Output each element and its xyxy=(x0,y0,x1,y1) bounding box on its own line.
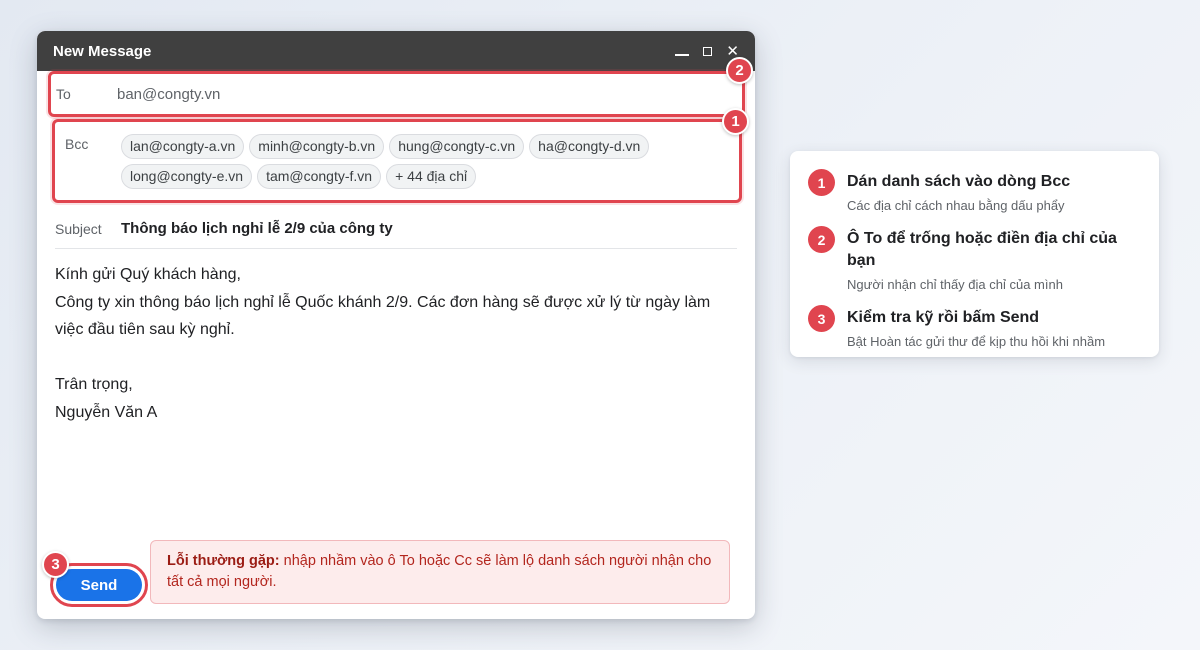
step-1-badge: 1 xyxy=(722,108,749,135)
recipient-chip[interactable]: hung@congty-c.vn xyxy=(389,134,525,159)
recipient-chip[interactable]: lan@congty-a.vn xyxy=(121,134,245,159)
subject-field-row[interactable]: Subject Thông báo lịch nghỉ lễ 2/9 của c… xyxy=(55,209,737,249)
to-input[interactable]: ban@congty.vn xyxy=(117,86,220,103)
step-number: 2 xyxy=(808,226,835,253)
maximize-icon[interactable] xyxy=(703,44,713,59)
instruction-step: 2 Ô To để trống hoặc điền địa chỉ của bạ… xyxy=(808,226,1141,293)
step-title: Kiểm tra kỹ rồi bấm Send xyxy=(847,309,1040,326)
bcc-field-row[interactable]: Bcc lan@congty-a.vn minh@congty-b.vn hun… xyxy=(52,119,742,203)
recipient-chip[interactable]: tam@congty-f.vn xyxy=(257,164,382,189)
body-greeting: Kính gửi Quý khách hàng, xyxy=(55,266,241,283)
minimize-icon[interactable] xyxy=(675,44,690,59)
to-label: To xyxy=(56,86,71,102)
step-title: Dán danh sách vào dòng Bcc xyxy=(847,173,1071,190)
body-closing: Trân trọng, xyxy=(55,376,133,393)
subject-input[interactable]: Thông báo lịch nghỉ lễ 2/9 của công ty xyxy=(121,220,393,237)
recipient-chip[interactable]: long@congty-e.vn xyxy=(121,164,253,189)
step-description: Các địa chỉ cách nhau bằng dấu phẩy xyxy=(847,198,1065,213)
instructions-card: 1 Dán danh sách vào dòng Bcc Các địa chỉ… xyxy=(790,151,1159,357)
body-paragraph: Công ty xin thông báo lịch nghỉ lễ Quốc … xyxy=(55,293,711,339)
step-title: Ô To để trống hoặc điền địa chỉ của bạn xyxy=(847,230,1117,269)
message-body[interactable]: Kính gửi Quý khách hàng, Công ty xin thô… xyxy=(55,261,735,426)
compose-window: New Message ✕ To ban@congty.vn Bcc lan@c… xyxy=(37,31,755,619)
subject-label: Subject xyxy=(55,220,102,237)
compose-titlebar: New Message ✕ xyxy=(37,31,755,71)
step-2-badge: 2 xyxy=(726,57,753,84)
step-description: Bật Hoàn tác gửi thư để kịp thu hồi khi … xyxy=(847,334,1106,349)
step-3-badge: 3 xyxy=(42,551,69,578)
instruction-step: 1 Dán danh sách vào dòng Bcc Các địa chỉ… xyxy=(808,169,1141,214)
more-recipients-chip[interactable]: + 44 địa chỉ xyxy=(386,164,477,189)
instruction-step: 3 Kiểm tra kỹ rồi bấm Send Bật Hoàn tác … xyxy=(808,305,1141,350)
step-number: 3 xyxy=(808,305,835,332)
step-number: 1 xyxy=(808,169,835,196)
common-mistake-warning: Lỗi thường gặp: nhập nhầm vào ô To hoặc … xyxy=(150,540,730,604)
compose-title: New Message xyxy=(53,42,152,60)
send-button[interactable]: Send xyxy=(56,569,142,601)
window-controls: ✕ xyxy=(675,44,739,59)
recipient-chip[interactable]: ha@congty-d.vn xyxy=(529,134,650,159)
to-field-row[interactable]: To ban@congty.vn xyxy=(48,71,745,117)
warning-title: Lỗi thường gặp: xyxy=(167,553,280,569)
bcc-label: Bcc xyxy=(65,136,89,152)
recipient-chip[interactable]: minh@congty-b.vn xyxy=(249,134,385,159)
bcc-recipient-chips: lan@congty-a.vn minh@congty-b.vn hung@co… xyxy=(121,134,681,189)
body-signature: Nguyễn Văn A xyxy=(55,403,158,421)
step-description: Người nhận chỉ thấy địa chỉ của mình xyxy=(847,277,1063,292)
